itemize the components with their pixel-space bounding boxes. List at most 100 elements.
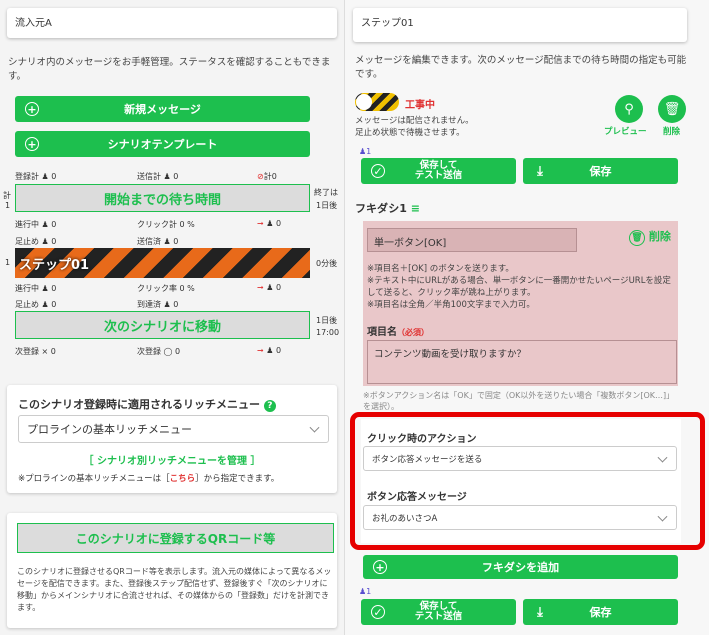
- user-icon: ♟: [163, 237, 171, 246]
- user-icon: ♟: [163, 172, 171, 181]
- save-label-2: 保存: [589, 606, 612, 619]
- toggle-knob: [356, 94, 372, 110]
- stat-active-2: 進行中 ♟ 0: [15, 284, 57, 293]
- send-icon: ✓: [371, 164, 385, 178]
- next-day-label: 1日後: [316, 316, 338, 325]
- user-count: ♟1: [359, 147, 372, 156]
- right-panel: ステップ01 メッセージを編集できます。次のメッセージ配信までの待ち時間の指定も…: [344, 0, 709, 635]
- exit-icon: ➞: [257, 283, 264, 292]
- source-title: 流入元A: [7, 8, 337, 38]
- save-button-2[interactable]: ⤓ 保存: [523, 599, 678, 625]
- preview-button[interactable]: ⚲: [615, 95, 643, 123]
- bubble-editor: 単一ボタン[OK] 🗑 削除 ※項目名＋[OK] のボタンを送ります。 ※テキス…: [363, 221, 678, 386]
- status-label: 工事中: [405, 100, 435, 111]
- stat-delivered: 送信済 ♟ 0: [137, 237, 179, 246]
- rich-menu-title: このシナリオ登録時に適用されるリッチメニュー ?: [18, 396, 276, 412]
- stat-stopped: 足止め ♟ 0: [15, 237, 57, 246]
- next-scenario-bar[interactable]: 次のシナリオに移動: [15, 311, 310, 339]
- bubble-note: ※項目名＋[OK] のボタンを送ります。 ※テキスト中にURLがある場合、単一ボ…: [367, 264, 671, 310]
- rich-menu-select-value: プロラインの基本リッチメニュー: [27, 423, 192, 436]
- rich-menu-select[interactable]: プロラインの基本リッチメニュー: [18, 415, 329, 443]
- step-after-label: 0分後: [316, 259, 338, 268]
- item-name-label: 項目名（必須）: [367, 327, 429, 338]
- delete-label: 削除: [663, 127, 681, 137]
- block-icon: ⊘: [257, 172, 264, 181]
- user-icon: ♟: [41, 220, 49, 229]
- rich-menu-note: ※プロラインの基本リッチメニューは［こちら］から指定できます。: [18, 474, 280, 484]
- save-test-label: 保存して テスト送信: [414, 160, 463, 181]
- user-icon: ♟: [163, 300, 171, 309]
- delete-button[interactable]: 🗑: [658, 95, 686, 123]
- user-icon: ♟: [41, 172, 49, 181]
- stat-out-3: ➞ ♟ 0: [257, 346, 282, 355]
- download-icon: ⤓: [537, 163, 543, 179]
- stat-active: 進行中 ♟ 0: [15, 220, 57, 229]
- save-test-button[interactable]: ✓ 保存して テスト送信: [361, 158, 516, 184]
- trash-icon: 🗑: [629, 230, 645, 246]
- new-message-button[interactable]: + 新規メッセージ: [15, 96, 310, 122]
- left-description: シナリオ内のメッセージをお手軽管理。ステータスを確認することもできます。: [8, 57, 331, 82]
- save-test-button-2[interactable]: ✓ 保存して テスト送信: [361, 599, 516, 625]
- user-count-2: ♟1: [359, 587, 372, 596]
- step-title: ステップ01: [353, 8, 687, 42]
- chevron-down-icon: [309, 422, 320, 433]
- rich-menu-card: このシナリオ登録時に適用されるリッチメニュー ? プロラインの基本リッチメニュー…: [7, 385, 337, 493]
- qr-description: このシナリオに登録させるQRコード等を表示します。流入元の媒体によって異なるメッ…: [17, 567, 332, 612]
- send-icon: ✓: [371, 605, 385, 619]
- help-icon[interactable]: ?: [263, 400, 276, 412]
- item-name-textarea[interactable]: コンテンツ動画を受け取りますか？: [367, 340, 677, 384]
- end-label: 終了は: [314, 188, 338, 197]
- step-count-label: 1: [5, 258, 11, 267]
- save-button[interactable]: ⤓ 保存: [523, 158, 678, 184]
- button-type-field[interactable]: 単一ボタン[OK]: [367, 228, 577, 252]
- next-time-label: 17:00: [316, 328, 340, 337]
- highlight-frame: [350, 412, 705, 550]
- fukidashi-label: フキダシ1 ≡: [355, 202, 420, 215]
- right-description: メッセージを編集できます。次のメッセージ配信までの待ち時間の指定も可能です。: [355, 55, 687, 80]
- status-note-2: 足止め状態で待機させます。: [355, 128, 465, 138]
- search-icon: ⚲: [624, 101, 634, 117]
- qr-code-button[interactable]: このシナリオに登録するQRコード等: [17, 523, 334, 553]
- plus-icon: +: [373, 560, 387, 574]
- stat-click-total: クリック計 0 %: [137, 220, 195, 229]
- stat-next-reg-2: 次登録 ◯ 0: [137, 347, 181, 356]
- save-label: 保存: [589, 165, 612, 178]
- status-toggle[interactable]: [355, 93, 399, 111]
- user-icon: ♟: [41, 300, 49, 309]
- exit-icon: ➞: [257, 346, 264, 355]
- side-one-label: 1: [5, 201, 11, 210]
- stat-blocked: ⊘計0: [257, 172, 277, 181]
- left-panel: 流入元A シナリオ内のメッセージをお手軽管理。ステータスを確認することもできます…: [0, 0, 344, 635]
- add-bubble-label: フキダシを追加: [481, 561, 560, 574]
- side-total-label: 計: [3, 191, 11, 200]
- preview-label: プレビュー: [604, 127, 647, 137]
- bubble-delete-button[interactable]: 🗑 削除: [629, 228, 671, 246]
- stat-stopped-2: 足止め ♟ 0: [15, 300, 57, 309]
- button-action-note: ※ボタンアクション名は「OK」で固定（OK以外を送りたい場合「複数ボタン[OK……: [363, 391, 675, 411]
- stat-out-2: ➞ ♟ 0: [257, 283, 282, 292]
- stat-sent: 送信計 ♟ 0: [137, 172, 179, 181]
- wait-time-bar[interactable]: 開始までの待ち時間: [15, 184, 310, 212]
- rich-menu-manage-link[interactable]: ［ シナリオ別リッチメニューを管理 ］: [7, 452, 337, 467]
- new-message-label: 新規メッセージ: [124, 103, 201, 116]
- stat-next-reg: 次登録 × 0: [15, 347, 56, 356]
- step-01-bar[interactable]: ステップ01: [15, 248, 310, 278]
- template-label: シナリオテンプレート: [107, 138, 218, 151]
- stat-registered: 登録計 ♟ 0: [15, 172, 57, 181]
- plus-icon: +: [25, 102, 39, 116]
- stat-out: ➞ ♟ 0: [257, 219, 282, 228]
- drag-handle-icon[interactable]: ≡: [411, 202, 420, 215]
- user-icon: ♟: [41, 237, 49, 246]
- stat-reached: 到達済 ♟ 0: [137, 300, 179, 309]
- step-01-label: ステップ01: [19, 258, 90, 273]
- scenario-template-button[interactable]: + シナリオテンプレート: [15, 131, 310, 157]
- exit-icon: ➞: [257, 219, 264, 228]
- user-icon: ♟: [266, 346, 274, 355]
- save-test-label-2: 保存して テスト送信: [414, 601, 463, 622]
- plus-icon: +: [25, 137, 39, 151]
- rich-note-link[interactable]: こちら: [170, 474, 196, 484]
- qr-card: このシナリオに登録するQRコード等 このシナリオに登録させるQRコード等を表示し…: [7, 513, 337, 628]
- download-icon: ⤓: [537, 604, 543, 620]
- trash-icon: 🗑: [663, 101, 681, 117]
- add-bubble-button[interactable]: + フキダシを追加: [363, 555, 678, 579]
